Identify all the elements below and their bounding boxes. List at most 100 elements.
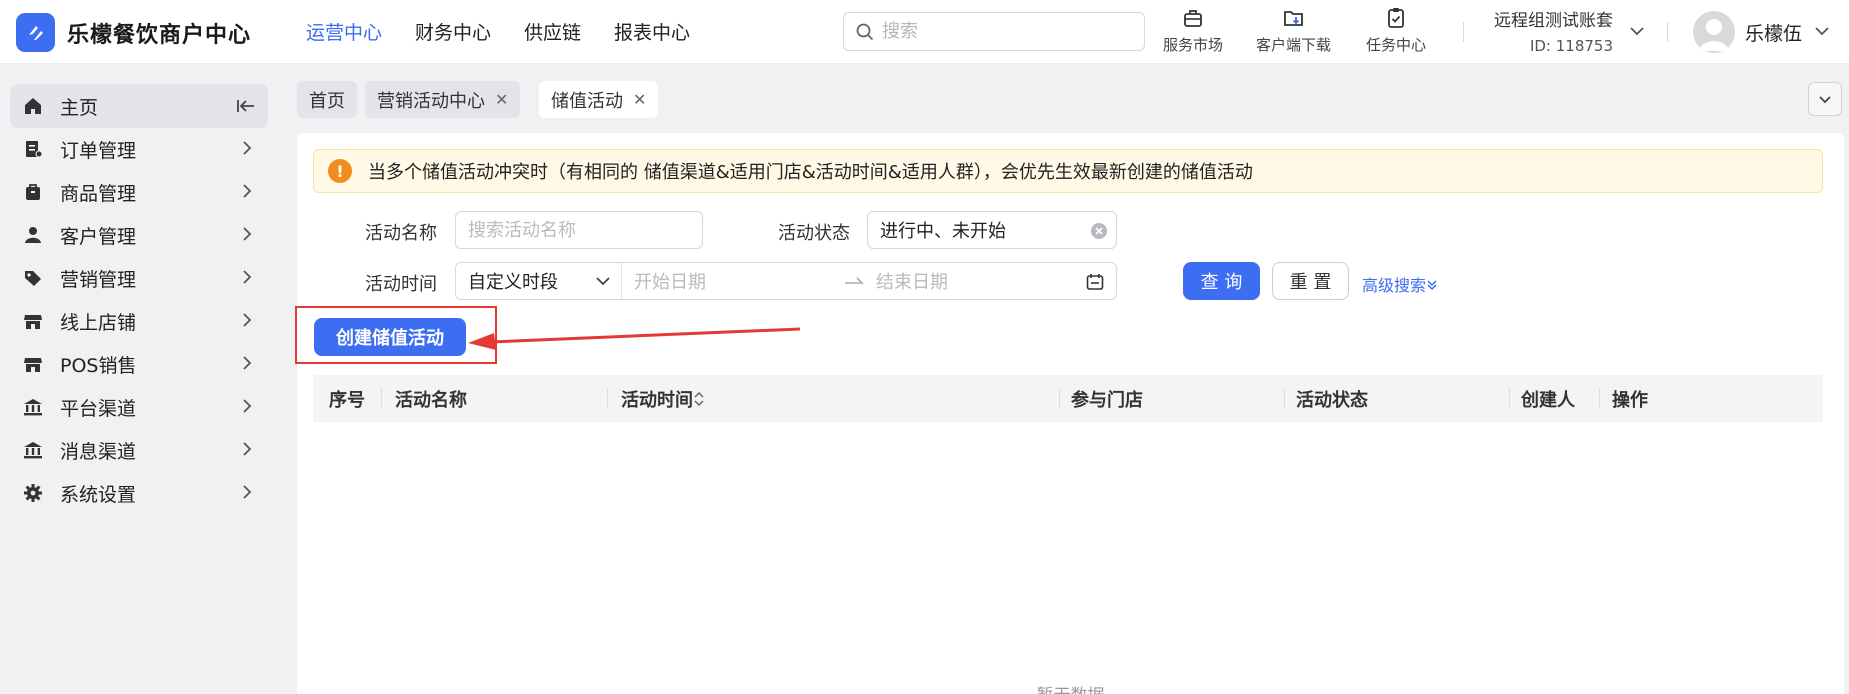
app-logo-icon[interactable] <box>16 13 55 52</box>
activity-status-label: 活动状态 <box>778 223 850 244</box>
sidebar-item-settings[interactable]: 系统设置 <box>10 471 268 515</box>
chevron-right-icon <box>243 313 252 327</box>
sidebar-item-label: POS销售 <box>60 354 137 377</box>
sidebar-item-label: 主页 <box>60 96 99 119</box>
column-divider <box>1059 388 1060 409</box>
tab-marketing-center[interactable]: 营销活动中心 ✕ <box>365 81 521 118</box>
user-name[interactable]: 乐檬伍 <box>1745 19 1802 46</box>
task-center-label: 任务中心 <box>1366 36 1427 54</box>
topnav-supply-chain[interactable]: 供应链 <box>524 18 581 45</box>
service-market-button[interactable]: 服务市场 <box>1163 6 1223 55</box>
column-header: 创建人 <box>1521 389 1575 411</box>
task-center-button[interactable]: 任务中心 <box>1366 6 1426 55</box>
time-mode-value: 自定义时段 <box>468 272 558 293</box>
divider <box>1463 22 1464 42</box>
divider <box>1667 22 1668 42</box>
user-icon <box>25 227 41 243</box>
sidebar-item-label: 营销管理 <box>60 268 137 291</box>
start-date-input[interactable]: 开始日期 <box>634 268 842 294</box>
chevron-right-icon <box>243 141 252 155</box>
account-id: ID: 118753 <box>1529 37 1613 55</box>
client-download-label: 客户端下载 <box>1256 36 1332 54</box>
double-chevron-down-icon <box>1427 280 1437 291</box>
sidebar-item-customers[interactable]: 客户管理 <box>10 213 268 257</box>
close-icon[interactable]: ✕ <box>495 90 508 109</box>
column-header-sortable[interactable]: 活动时间 <box>621 375 705 422</box>
time-mode-select[interactable]: 自定义时段 <box>456 263 622 299</box>
column-divider <box>607 388 608 409</box>
notice-text: 当多个储值活动冲突时（有相同的 储值渠道&适用门店&活动时间&适用人群），会优先… <box>368 162 1253 183</box>
search-icon <box>856 23 874 40</box>
chevron-right-icon <box>243 442 252 456</box>
chevron-right-icon <box>243 270 252 284</box>
avatar[interactable] <box>1693 11 1735 53</box>
chevron-down-icon <box>1819 96 1831 104</box>
tag-icon <box>25 271 41 286</box>
account-switcher[interactable]: 远程组测试账套 ID: 118753 <box>1494 6 1613 55</box>
tab-label: 营销活动中心 <box>377 90 485 112</box>
sidebar-item-label: 客户管理 <box>60 225 137 248</box>
chevron-right-icon <box>243 399 252 413</box>
clipboard-check-icon <box>1388 8 1404 28</box>
tab-stored-value[interactable]: 储值活动 ✕ <box>539 81 659 118</box>
chevron-down-icon[interactable] <box>1628 22 1646 40</box>
close-icon[interactable]: ✕ <box>633 90 646 109</box>
empty-state-text: 暂无数据 <box>297 681 1844 694</box>
chevron-right-icon <box>243 485 252 499</box>
sidebar-item-online-store[interactable]: 线上店铺 <box>10 299 268 343</box>
chevron-right-icon <box>243 227 252 241</box>
chevron-right-icon <box>243 356 252 370</box>
query-button[interactable]: 查 询 <box>1183 262 1260 300</box>
column-header: 序号 <box>329 389 365 411</box>
sidebar-item-label: 平台渠道 <box>60 397 137 420</box>
warning-icon: ! <box>328 159 352 183</box>
sidebar-item-pos[interactable]: POS销售 <box>10 342 268 386</box>
end-date-input[interactable]: 结束日期 <box>876 268 1076 294</box>
sidebar-item-platform-channels[interactable]: 平台渠道 <box>10 385 268 429</box>
home-icon <box>25 98 41 114</box>
table-header: 序号 活动名称 活动时间 参与门店 活动状态 创建人 操作 <box>313 375 1823 422</box>
column-header: 参与门店 <box>1071 389 1143 411</box>
activity-time-range[interactable]: 自定义时段 开始日期 结束日期 <box>455 262 1117 300</box>
service-market-label: 服务市场 <box>1163 36 1224 54</box>
sidebar-item-home[interactable]: 主页 <box>10 84 268 128</box>
advanced-search-label: 高级搜索 <box>1362 276 1427 295</box>
bank-icon <box>24 442 42 459</box>
annotation-arrow-icon <box>468 327 801 350</box>
sidebar-item-message-channels[interactable]: 消息渠道 <box>10 428 268 472</box>
conflict-notice: ! 当多个储值活动冲突时（有相同的 储值渠道&适用门店&活动时间&适用人群），会… <box>313 149 1823 193</box>
tab-label: 储值活动 <box>551 90 623 112</box>
top-bar: 乐檬餐饮商户中心 运营中心 财务中心 供应链 报表中心 服务市场 客户端下载 任… <box>0 0 1849 64</box>
clear-icon[interactable] <box>1090 222 1108 245</box>
sidebar-item-label: 系统设置 <box>60 483 137 506</box>
goods-icon <box>26 184 40 200</box>
bank-icon <box>24 399 42 416</box>
topnav-operations[interactable]: 运营中心 <box>306 18 382 45</box>
activity-status-select[interactable]: 进行中、未开始 <box>867 211 1117 249</box>
advanced-search-link[interactable]: 高级搜索 <box>1362 272 1438 296</box>
search-input[interactable] <box>882 21 1122 42</box>
activity-name-field[interactable] <box>455 211 703 249</box>
sidebar-item-marketing[interactable]: 营销管理 <box>10 256 268 300</box>
briefcase-icon <box>1184 10 1202 27</box>
chevron-down-icon[interactable] <box>1813 22 1831 40</box>
activity-status-value: 进行中、未开始 <box>880 221 1006 242</box>
calendar-icon[interactable] <box>1086 273 1104 291</box>
sidebar-item-goods[interactable]: 商品管理 <box>10 170 268 214</box>
column-header: 操作 <box>1612 389 1648 411</box>
folder-download-icon <box>1283 11 1303 26</box>
reset-button[interactable]: 重 置 <box>1272 262 1349 300</box>
pos-icon <box>24 358 42 372</box>
sort-icon[interactable] <box>693 390 705 408</box>
activity-name-input[interactable] <box>468 219 702 241</box>
tab-more-button[interactable] <box>1808 82 1842 116</box>
global-search[interactable] <box>843 12 1145 51</box>
client-download-button[interactable]: 客户端下载 <box>1256 6 1331 55</box>
topnav-finance[interactable]: 财务中心 <box>415 18 491 45</box>
sidebar-item-orders[interactable]: 订单管理 <box>10 127 268 171</box>
topnav-reports[interactable]: 报表中心 <box>614 18 690 45</box>
column-divider <box>1599 388 1600 409</box>
collapse-sidebar-icon[interactable] <box>236 96 256 116</box>
column-divider <box>381 388 382 409</box>
tab-home[interactable]: 首页 <box>297 81 357 118</box>
